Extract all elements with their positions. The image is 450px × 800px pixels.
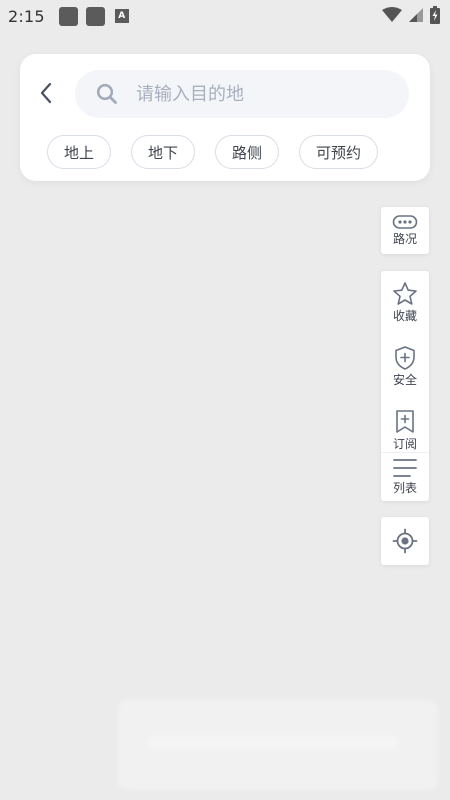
bookmark-add-icon [396,410,414,433]
subscribe-label: 订阅 [392,437,417,451]
traffic-label: 路况 [392,232,417,246]
cell-signal-icon [409,8,423,22]
favorite-button[interactable]: 收藏 [381,271,429,335]
list-icon [393,459,417,477]
filter-chips: 地上 地下 路侧 可预约 [47,135,379,169]
back-button[interactable] [34,79,58,107]
notification-app-icon [58,6,78,26]
notification-app-icon-2 [85,6,105,26]
traffic-button[interactable]: 路况 [381,207,429,246]
status-bar: 2:15 A [0,0,450,32]
list-button[interactable]: 列表 [381,452,429,500]
search-card: 地上 地下 路侧 可预约 [20,54,430,181]
keyboard-notification-icon: A [114,9,129,23]
traffic-card: 路况 [381,207,429,254]
safety-button[interactable]: 安全 [381,335,429,399]
bottom-panel [118,700,438,790]
locate-card [381,517,429,565]
favorite-label: 收藏 [392,309,417,323]
filter-chip-underground[interactable]: 地下 [131,135,196,169]
wifi-icon [382,7,402,22]
star-icon [393,282,417,305]
filter-chip-above-ground[interactable]: 地上 [47,135,112,169]
locate-button[interactable] [381,528,429,554]
status-time: 2:15 [8,6,45,26]
filter-chip-roadside[interactable]: 路侧 [215,135,280,169]
battery-icon [430,6,440,24]
chevron-left-icon [40,82,52,104]
traffic-icon [392,215,418,229]
bottom-panel-bar [148,736,398,748]
status-icons [382,6,440,24]
list-label: 列表 [392,481,417,495]
safety-label: 安全 [392,373,417,387]
search-icon [95,82,119,106]
crosshair-location-icon [392,528,418,554]
search-input[interactable] [134,82,378,106]
filter-chip-reservable[interactable]: 可预约 [299,135,379,169]
search-box[interactable] [75,70,409,118]
shield-icon [395,346,415,370]
